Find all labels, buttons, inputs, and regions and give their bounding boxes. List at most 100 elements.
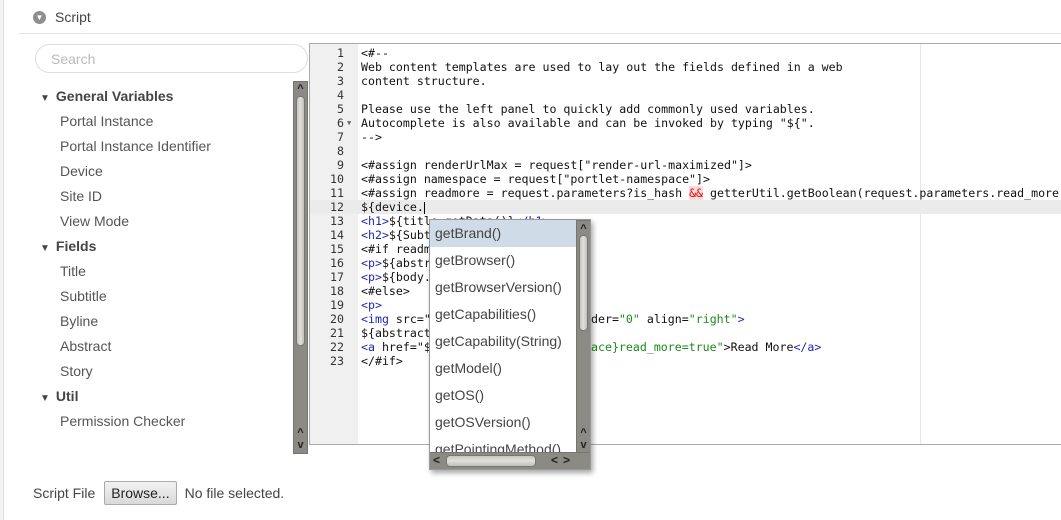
code-text: <p>${body.: [361, 270, 431, 284]
line-number: 21: [330, 326, 344, 340]
code-line[interactable]: 15 <#if readm: [310, 242, 1061, 256]
group-label: General Variables: [55, 88, 174, 104]
fold-arrow-icon[interactable]: ▼: [347, 116, 351, 130]
scroll-up-icon[interactable]: ^: [577, 223, 590, 235]
code-line[interactable]: 2 Web content templates are used to lay o…: [310, 60, 1061, 74]
code-line[interactable]: 14 <h2>${Subt: [310, 228, 1061, 242]
scroll-up-icon[interactable]: ^: [577, 427, 590, 439]
code-token: Please use the left panel to quickly add…: [361, 102, 815, 116]
code-text: ${abstract: [361, 326, 431, 340]
sidebar-item[interactable]: Portal Instance: [40, 109, 290, 134]
autocomplete-option[interactable]: getOS(): [430, 382, 577, 409]
scroll-up-icon[interactable]: ^: [294, 83, 307, 95]
sidebar-item[interactable]: Portal Instance Identifier: [40, 134, 290, 159]
sidebar-group-general-variables[interactable]: ▼ General Variables: [40, 84, 290, 109]
code-line[interactable]: 17 <p>${body.: [310, 270, 1061, 284]
section-title: Script: [55, 9, 91, 25]
code-line[interactable]: 18 <#else>: [310, 284, 1061, 298]
code-token: Autocomplete is also available and can b…: [361, 116, 815, 130]
autocomplete-option[interactable]: getBrowserVersion(): [430, 274, 577, 301]
code-line[interactable]: 23 </#if>: [310, 354, 1061, 368]
code-line[interactable]: 5 Please use the left panel to quickly ad…: [310, 102, 1061, 116]
scroll-down-icon[interactable]: v: [294, 439, 307, 451]
code-line[interactable]: 19 <p>: [310, 298, 1061, 312]
divider: [19, 33, 1061, 34]
code-line[interactable]: 4: [310, 88, 1061, 102]
scrollbar-thumb[interactable]: [579, 235, 588, 331]
code-editor[interactable]: 1 <#-- 2 Web content templates are used to …: [309, 43, 1061, 445]
line-number: 15: [330, 242, 344, 256]
sidebar-scrollbar[interactable]: ^ ^ v: [293, 81, 308, 454]
group-label: Fields: [55, 238, 97, 254]
script-file-row: Script File Browse... No file selected.: [33, 481, 284, 505]
code-text: <#assign renderUrlMax = request["render-…: [361, 158, 752, 172]
code-line[interactable]: 9 <#assign renderUrlMax = request["render…: [310, 158, 1061, 172]
code-token: href="$: [381, 340, 431, 354]
autocomplete-option[interactable]: getCapability(String): [430, 328, 577, 355]
code-token: content structure.: [361, 74, 487, 88]
line-number: 7: [337, 130, 344, 144]
code-text: <a href="$: [361, 340, 431, 354]
code-line[interactable]: 3 content structure.: [310, 74, 1061, 88]
code-line[interactable]: 21 ${abstract: [310, 326, 1061, 340]
sidebar-item[interactable]: Byline: [40, 309, 290, 334]
code-token: getterUtil.getBoolean(request.parameters…: [703, 186, 1060, 200]
autocomplete-option[interactable]: getBrand(): [430, 220, 577, 247]
code-token: "right": [688, 312, 738, 326]
sidebar-item[interactable]: Device: [40, 159, 290, 184]
sidebar-group-fields[interactable]: ▼ Fields: [40, 234, 290, 259]
browse-button[interactable]: Browse...: [104, 481, 177, 505]
scroll-left-icon[interactable]: <: [551, 453, 558, 468]
code-line[interactable]: 8: [310, 144, 1061, 158]
autocomplete-option[interactable]: getOSVersion(): [430, 409, 577, 436]
code-token: <p>: [361, 270, 382, 284]
code-token: der=: [591, 312, 619, 326]
code-line[interactable]: 16 <p>${abstr: [310, 256, 1061, 270]
scrollbar-thumb[interactable]: [296, 96, 305, 346]
sidebar-group-util[interactable]: ▼ Util: [40, 384, 290, 409]
scroll-up-icon[interactable]: ^: [294, 427, 307, 439]
sidebar-item[interactable]: Story: [40, 359, 290, 384]
autocomplete-option[interactable]: getCapabilities(): [430, 301, 577, 328]
search-input[interactable]: [35, 44, 308, 73]
sidebar-item[interactable]: Subtitle: [40, 284, 290, 309]
autocomplete-option[interactable]: getBrowser(): [430, 247, 577, 274]
code-text: der="0" align="right">: [591, 312, 745, 326]
sidebar-item[interactable]: Site ID: [40, 184, 290, 209]
code-line[interactable]: 10 <#assign namespace = request["portlet-…: [310, 172, 1061, 186]
code-token: <a: [361, 340, 382, 354]
sidebar-item[interactable]: Permission Checker: [40, 409, 290, 434]
line-number: 22: [330, 340, 344, 354]
code-token: <#assign renderUrlMax = request["render-…: [361, 158, 752, 172]
code-text: <#assign readmore = request.parameters?i…: [361, 186, 1059, 200]
scroll-right-icon[interactable]: >: [563, 453, 570, 468]
text-cursor: [423, 201, 425, 214]
code-token: ${device.: [361, 200, 424, 214]
code-line[interactable]: 11 <#assign readmore = request.parameters…: [310, 186, 1061, 200]
code-line[interactable]: 22 <a href="$ ace}read_more=true">Read Mor…: [310, 340, 1061, 354]
line-number: 13: [330, 214, 344, 228]
sidebar-item[interactable]: Abstract: [40, 334, 290, 359]
script-section-header[interactable]: ▼ Script: [33, 6, 91, 28]
autocomplete-hscrollbar[interactable]: < < >: [430, 452, 590, 469]
code-line[interactable]: 6 ▼ Autocomplete is also available and can…: [310, 116, 1061, 130]
sidebar-item[interactable]: Title: [40, 259, 290, 284]
line-number: 16: [330, 256, 344, 270]
line-number: 23: [330, 354, 344, 368]
code-line[interactable]: 13<h1>${title.getData()}</h1>: [310, 214, 1061, 228]
scroll-down-icon[interactable]: v: [577, 439, 590, 451]
file-status: No file selected.: [184, 485, 285, 501]
autocomplete-option[interactable]: getModel(): [430, 355, 577, 382]
code-text: <#--: [361, 46, 389, 60]
sidebar-item[interactable]: View Mode: [40, 209, 290, 234]
scrollbar-thumb[interactable]: [446, 455, 536, 467]
scroll-left-icon[interactable]: <: [433, 453, 440, 468]
code-line[interactable]: 1 <#--: [310, 46, 1061, 60]
code-line[interactable]: 12 ${device.: [310, 200, 1061, 214]
autocomplete-scrollbar[interactable]: ^ ^ v: [576, 220, 590, 454]
code-line[interactable]: 20 <img src=" der="0" align="right">: [310, 312, 1061, 326]
autocomplete-option[interactable]: getPointingMethod(): [430, 436, 577, 453]
code-text: -->: [361, 130, 382, 144]
code-line[interactable]: 7 -->: [310, 130, 1061, 144]
line-number: 20: [330, 312, 344, 326]
